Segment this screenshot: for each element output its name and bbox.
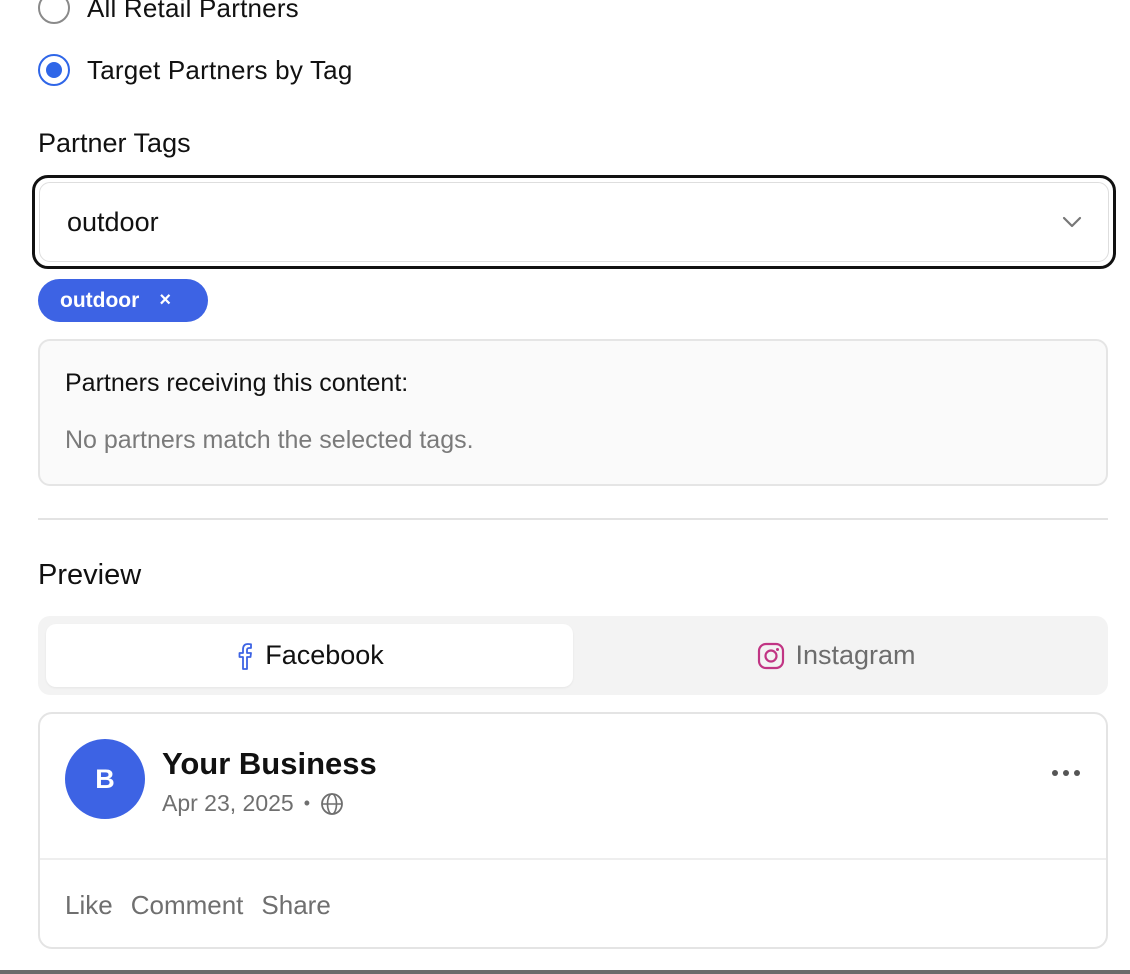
comment-button[interactable]: Comment: [131, 890, 244, 921]
partner-tags-select[interactable]: outdoor: [32, 175, 1116, 269]
radio-option-all-partners[interactable]: All Retail Partners: [38, 0, 299, 28]
post-preview-card: B Your Business Apr 23, 2025 • Like Comm…: [38, 712, 1108, 949]
avatar: B: [65, 739, 145, 819]
preview-tabs: Facebook Instagram: [38, 616, 1108, 695]
globe-icon: [321, 792, 343, 815]
post-divider: [40, 858, 1106, 860]
tab-label: Facebook: [265, 640, 384, 670]
business-name: Your Business: [162, 746, 377, 781]
partners-summary-box: Partners receiving this content: No part…: [38, 339, 1108, 486]
partner-tags-label: Partner Tags: [38, 128, 191, 158]
more-options-icon[interactable]: [1052, 770, 1080, 776]
partners-summary-title: Partners receiving this content:: [65, 369, 409, 397]
select-value: outdoor: [67, 206, 159, 237]
select-field[interactable]: outdoor: [39, 182, 1109, 262]
share-button[interactable]: Share: [261, 890, 330, 921]
tag-chip-label: outdoor: [60, 288, 140, 312]
like-button[interactable]: Like: [65, 890, 113, 921]
tab-label: Instagram: [795, 640, 916, 670]
tag-chip: outdoor ×: [38, 279, 208, 322]
post-meta: Apr 23, 2025 •: [162, 790, 344, 817]
tab-instagram[interactable]: Instagram: [573, 624, 1100, 687]
post-date: Apr 23, 2025: [162, 790, 294, 816]
post-actions: Like Comment Share: [65, 890, 349, 921]
window-bottom-edge: [0, 970, 1130, 974]
preview-title: Preview: [38, 559, 142, 591]
tab-facebook[interactable]: Facebook: [46, 624, 573, 687]
section-divider: [38, 518, 1108, 520]
chevron-down-icon[interactable]: [1060, 210, 1084, 234]
partners-empty-message: No partners match the selected tags.: [65, 426, 474, 454]
meta-separator: •: [303, 793, 311, 813]
instagram-icon: [758, 642, 785, 669]
facebook-icon: [238, 642, 253, 670]
radio-option-target-by-tag[interactable]: Target Partners by Tag: [38, 50, 353, 90]
radio-label: Target Partners by Tag: [87, 54, 353, 85]
page: All Retail Partners Target Partners by T…: [0, 0, 1130, 974]
radio-button-checked[interactable]: [38, 54, 70, 86]
radio-button[interactable]: [38, 0, 70, 24]
radio-label: All Retail Partners: [87, 0, 299, 23]
remove-tag-button[interactable]: ×: [159, 289, 171, 312]
